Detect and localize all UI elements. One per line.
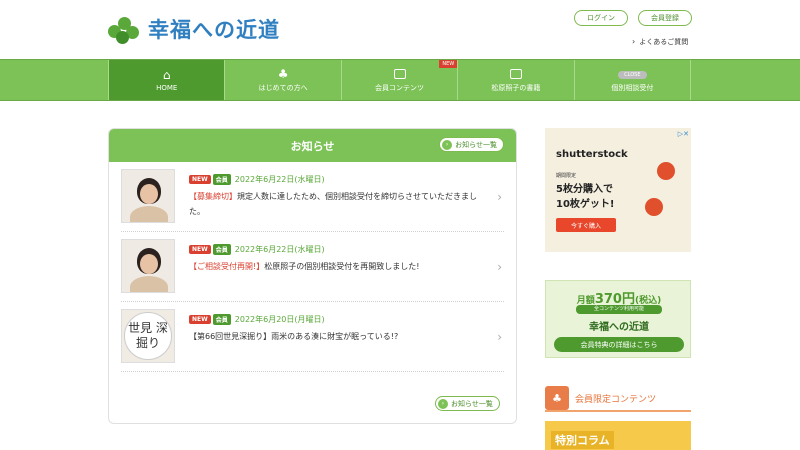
membership-details-button[interactable]: 会員特典の詳細はこちら: [554, 337, 684, 352]
special-column-banner[interactable]: 特別コラム: [545, 421, 691, 450]
nav-item-label: はじめての方へ: [258, 84, 308, 92]
membership-logo: 幸福への近道: [589, 322, 649, 333]
membership-banner[interactable]: 月額370円(税込) 全コンテンツ利用可能 幸福への近道 会員特典の詳細はこちら: [545, 280, 691, 358]
seal-text: 世見 深掘り: [124, 312, 172, 360]
news-text: 【募集締切】規定人数に達したため、個別相談受付を締切らさせていただきました。: [189, 189, 489, 219]
ad-brand: shutterstock: [556, 149, 628, 160]
ad-buy-button[interactable]: 今すぐ購入: [556, 218, 616, 232]
arrow-right-icon: ›: [442, 139, 453, 150]
arrow-right-icon: ›: [438, 398, 448, 409]
news-panel: お知らせ › お知らせ一覧 NEW 会員 2022年6月22日(水曜日) 【募集…: [108, 128, 517, 424]
ad-main-text: 5枚分購入で 10枚ゲット!: [556, 182, 614, 212]
chevron-right-icon: ›: [497, 260, 502, 274]
clover-icon: ♣: [545, 386, 569, 410]
news-item[interactable]: NEW 会員 2022年6月22日(水曜日) 【募集締切】規定人数に達したため、…: [121, 162, 504, 232]
news-title: お知らせ: [290, 139, 335, 153]
clover-icon: ♣: [277, 67, 289, 81]
faq-label: よくあるご質問: [639, 38, 689, 46]
new-tag: NEW: [189, 175, 211, 184]
clover-logo-icon: [108, 15, 144, 44]
news-list-button-top[interactable]: › お知らせ一覧: [439, 137, 504, 152]
news-item[interactable]: NEW 会員 2022年6月22日(水曜日) 【ご相談受付再開!】松原照子の個別…: [121, 232, 504, 302]
nav-item-home[interactable]: ⌂ HOME: [108, 60, 225, 100]
apple-icon: [657, 162, 675, 180]
new-tag: NEW: [189, 245, 211, 254]
news-highlight: 【募集締切】: [189, 192, 237, 201]
news-list-label: お知らせ一覧: [451, 399, 493, 408]
special-column-label: 特別コラム: [551, 431, 614, 449]
news-highlight: 【ご相談受付再開!】: [189, 262, 265, 271]
new-tag: NEW: [189, 315, 211, 324]
book-icon: [509, 69, 522, 79]
member-tag: 会員: [212, 174, 231, 185]
news-thumbnail-portrait: [121, 169, 175, 223]
nav-item-books[interactable]: 松原照子の書籍: [457, 60, 573, 100]
new-badge: NEW: [439, 60, 458, 68]
ad-sub: 期間限定: [556, 173, 577, 179]
nav-item-label: 松原照子の書籍: [491, 84, 541, 92]
faq-link[interactable]: › よくあるご質問: [632, 37, 688, 47]
site-logo[interactable]: 幸福への近道: [108, 14, 280, 44]
ad-line-1: 5枚分購入で: [556, 184, 613, 195]
news-thumbnail-portrait: [121, 239, 175, 293]
ad-line-2: 10枚ゲット!: [556, 199, 615, 210]
main-nav: ⌂ HOME ♣ はじめての方へ NEW 会員コンテンツ 松原照子の書籍 CLO…: [108, 60, 692, 100]
news-date: 2022年6月20日(月曜日): [234, 315, 325, 324]
nav-item-consultation[interactable]: CLOSE 個別相談受付: [573, 60, 692, 100]
member-tag: 会員: [212, 314, 231, 325]
chevron-right-icon: ›: [632, 37, 636, 46]
news-list-label: お知らせ一覧: [455, 140, 497, 149]
ad-choices-icon[interactable]: ▷✕: [678, 130, 689, 138]
member-card-icon: [393, 69, 406, 79]
news-list-button-bottom[interactable]: › お知らせ一覧: [435, 396, 500, 411]
news-item[interactable]: 世見 深掘り NEW 会員 2022年6月20日(月曜日) 【第66回世見深掘り…: [121, 302, 504, 372]
news-text: 【第66回世見深掘り】雨米のある湊に財宝が眠っている!?: [189, 329, 489, 344]
register-button[interactable]: 会員登録: [638, 10, 692, 26]
news-date: 2022年6月22日(水曜日): [234, 245, 325, 254]
news-thumbnail-seal: 世見 深掘り: [121, 309, 175, 363]
nav-item-member-content[interactable]: NEW 会員コンテンツ: [340, 60, 458, 100]
members-only-header: ♣ 会員限定コンテンツ: [545, 386, 691, 412]
login-button[interactable]: ログイン: [574, 10, 628, 26]
shutterstock-ad[interactable]: ▷✕ shutterstock 期間限定 5枚分購入で 10枚ゲット! 今すぐ購…: [545, 128, 691, 252]
chevron-right-icon: ›: [497, 330, 502, 344]
member-tag: 会員: [212, 244, 231, 255]
home-icon: ⌂: [162, 68, 171, 82]
members-only-title: 会員限定コンテンツ: [575, 394, 657, 405]
news-body: 【第66回世見深掘り】雨米のある湊に財宝が眠っている!?: [189, 332, 399, 341]
nav-item-beginners[interactable]: ♣ はじめての方へ: [224, 60, 340, 100]
nav-item-label: HOME: [156, 84, 178, 92]
chevron-right-icon: ›: [497, 190, 502, 204]
apple-icon: [645, 198, 663, 216]
news-date: 2022年6月22日(水曜日): [234, 175, 325, 184]
news-header: お知らせ › お知らせ一覧: [109, 129, 516, 162]
logo-text: 幸福への近道: [148, 17, 280, 42]
news-text: 【ご相談受付再開!】松原照子の個別相談受付を再開致しました!: [189, 259, 489, 274]
close-badge: CLOSE: [618, 70, 647, 79]
news-body: 松原照子の個別相談受付を再開致しました!: [264, 262, 420, 271]
nav-item-label: 会員コンテンツ: [375, 84, 425, 92]
membership-sub: 全コンテンツ利用可能: [576, 305, 662, 314]
nav-item-label: 個別相談受付: [611, 83, 654, 92]
